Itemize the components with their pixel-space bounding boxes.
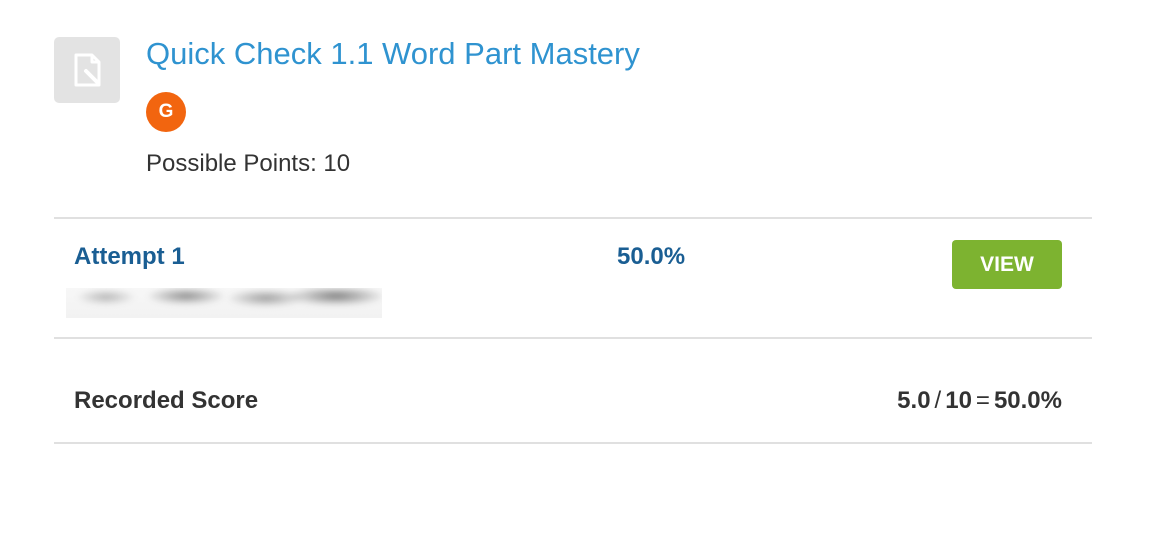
possible-points-value: 10 <box>945 387 972 414</box>
recorded-percent: 50.0% <box>993 387 1062 414</box>
recorded-score-label: Recorded Score <box>74 387 259 414</box>
slash-separator: / <box>934 387 942 414</box>
attempt-link[interactable]: Attempt 1 <box>74 243 185 271</box>
assignment-title-link[interactable]: Quick Check 1.1 Word Part Mastery <box>146 36 640 72</box>
divider-middle <box>54 337 1092 339</box>
grade-status-badge: G <box>146 92 186 132</box>
divider-top <box>54 217 1092 219</box>
attempt-date-redacted <box>66 288 382 318</box>
assignment-details-page: Quick Check 1.1 Word Part Mastery G Poss… <box>0 0 1150 534</box>
possible-points: Possible Points: 10 <box>146 150 351 177</box>
equals-sign: = <box>975 387 990 414</box>
attempt-score: 50.0% <box>617 243 686 270</box>
recorded-score-value: 5.0/10 = 50.0% <box>897 387 1062 415</box>
divider-bottom <box>54 442 1092 444</box>
view-attempt-button[interactable]: VIEW <box>952 240 1062 289</box>
earned-points: 5.0 <box>897 387 931 414</box>
assignment-document-icon <box>54 37 120 103</box>
